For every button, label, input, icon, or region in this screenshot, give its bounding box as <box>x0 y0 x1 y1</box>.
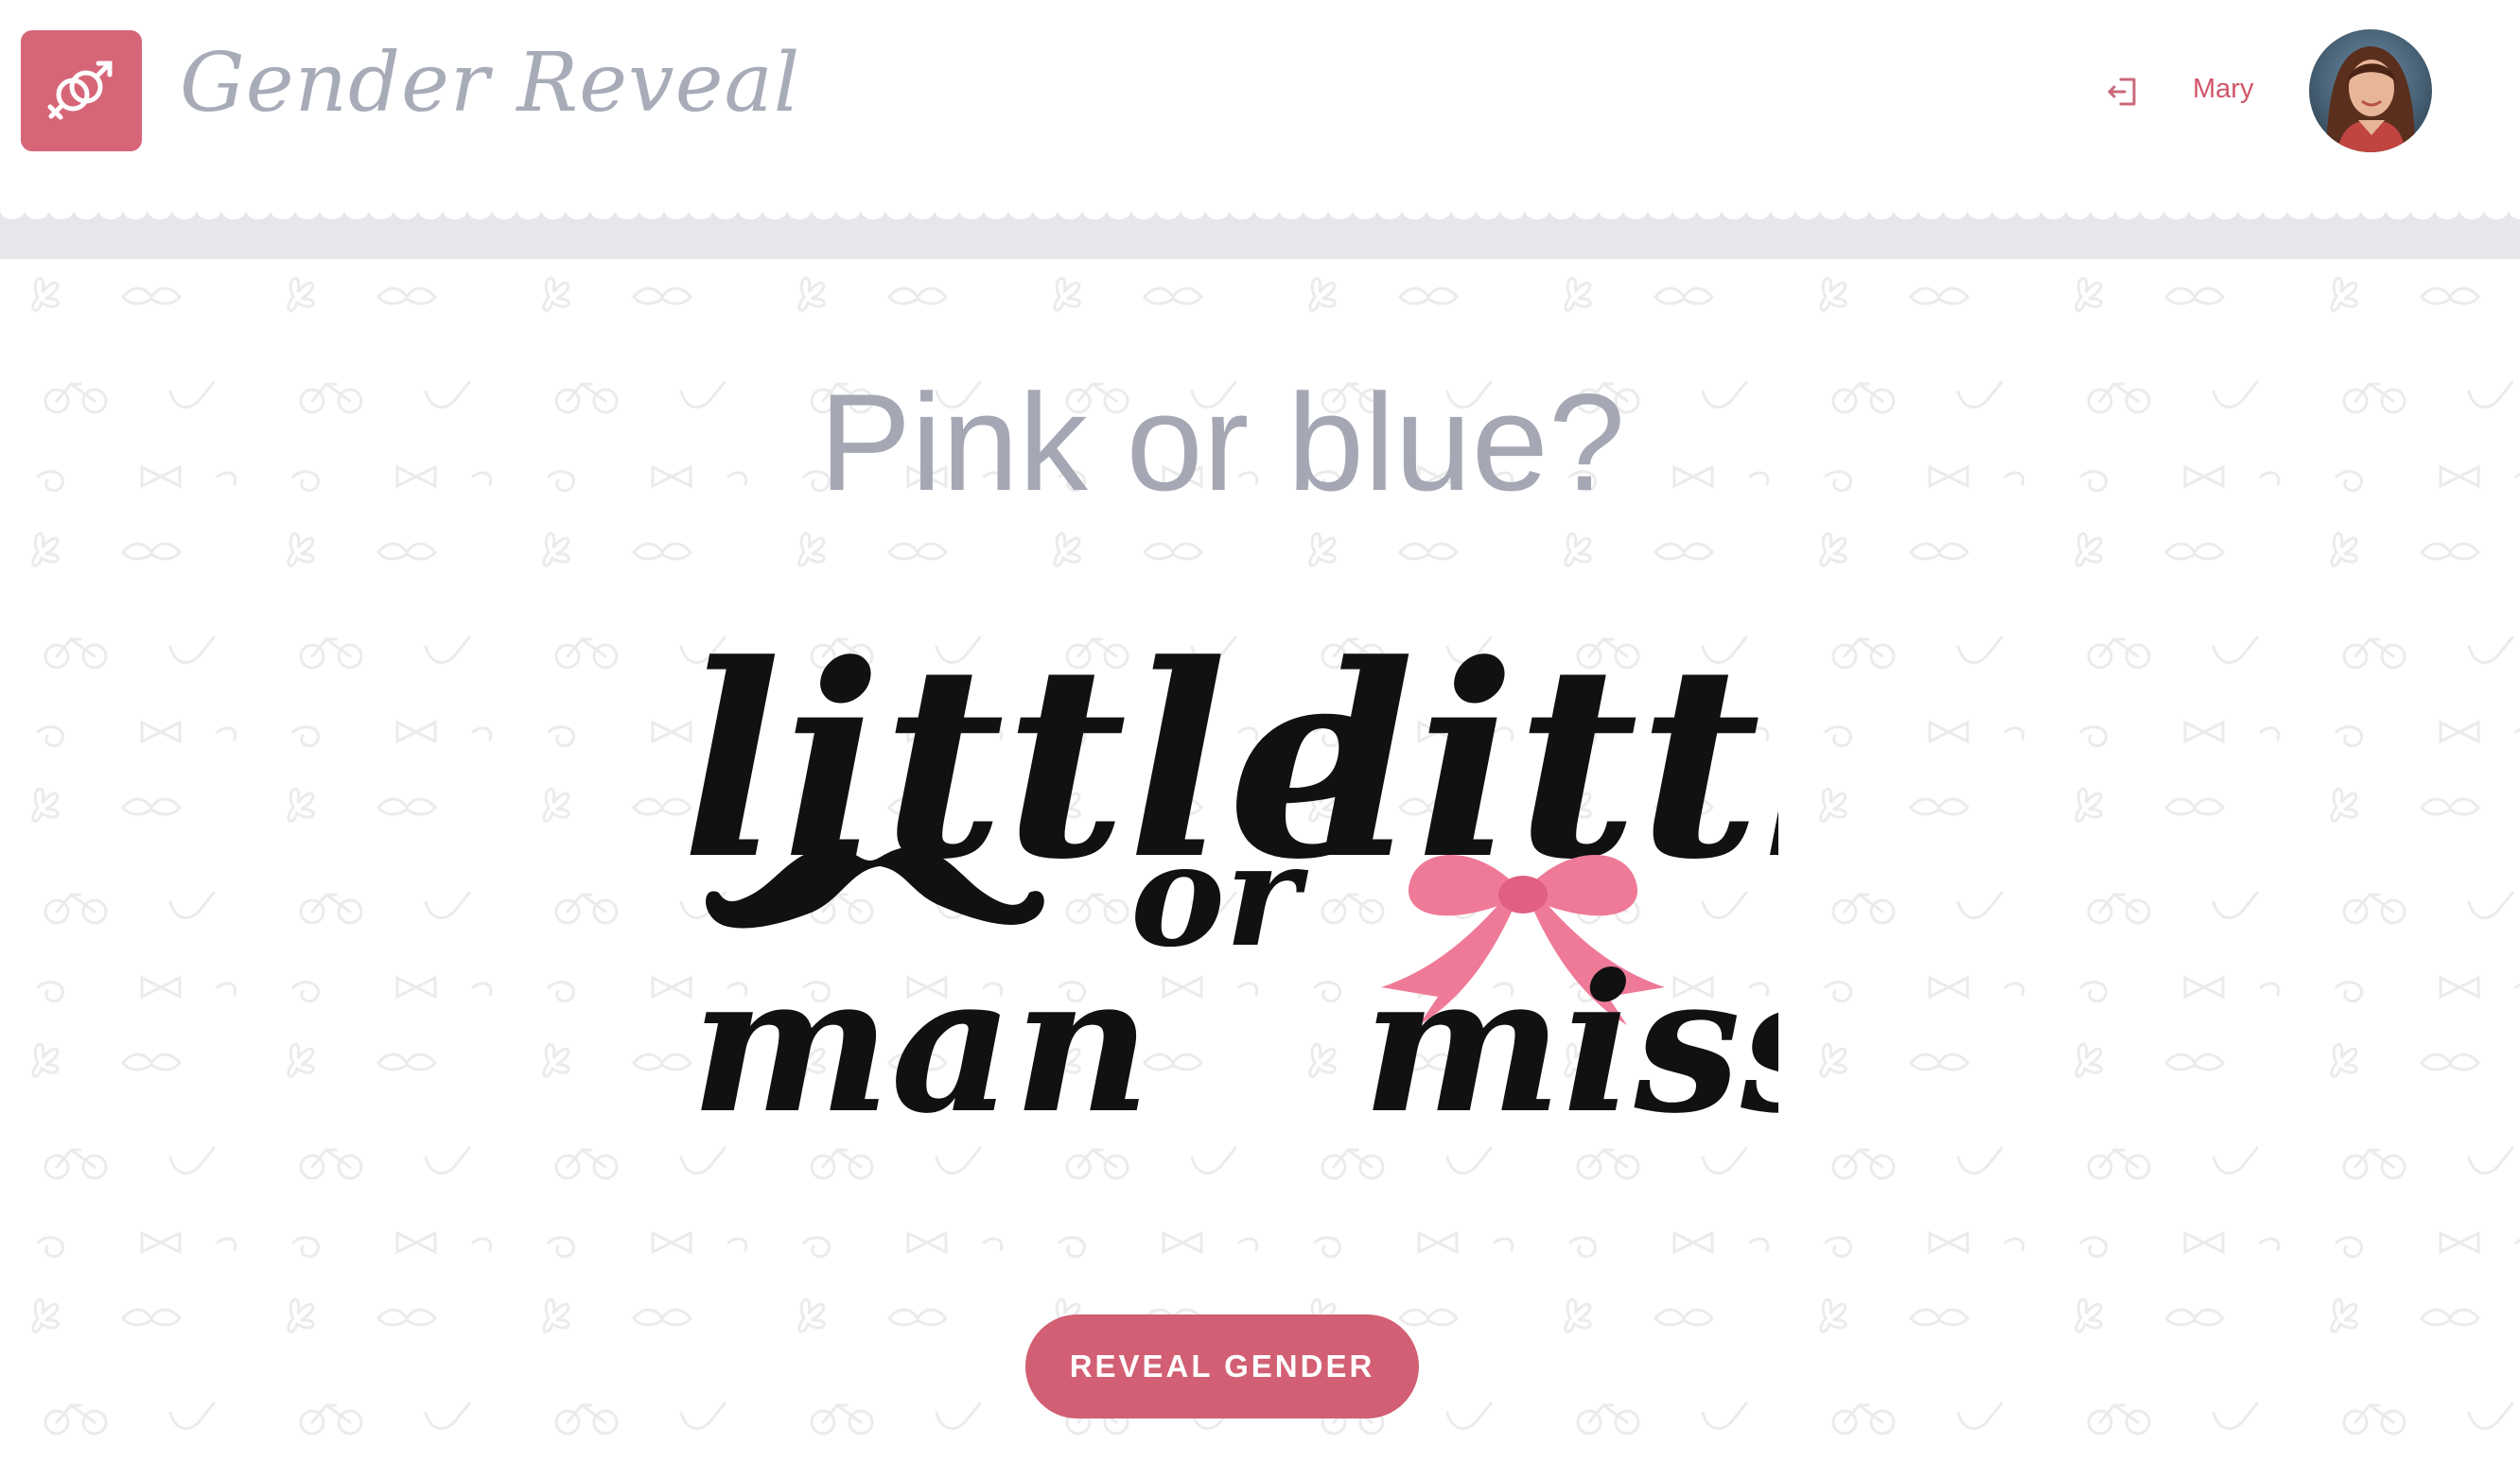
art-left-bottom-text: man <box>691 933 1151 1156</box>
art-right-bottom-text: miss <box>1362 933 1778 1156</box>
main-content: Pink or blue? little man or little <box>0 259 2520 1462</box>
gender-symbols-icon <box>47 61 113 120</box>
user-avatar[interactable] <box>2309 29 2432 152</box>
page: Gender Reveal Mary Pink or blue? little … <box>0 0 2520 1462</box>
app-header: Gender Reveal Mary <box>0 0 2520 203</box>
reveal-gender-button[interactable]: REVEAL GENDER <box>1025 1314 1419 1418</box>
header-scallop-divider <box>0 202 2520 259</box>
page-headline: Pink or blue? <box>818 365 1626 519</box>
little-man-or-little-miss-artwork: little man or little miss <box>681 607 1778 1156</box>
art-middle-text: or <box>1130 812 1309 979</box>
user-name[interactable]: Mary <box>2193 74 2253 105</box>
avatar-photo-icon <box>2309 29 2432 152</box>
app-title: Gender Reveal <box>180 36 801 131</box>
logout-icon[interactable] <box>2106 74 2142 110</box>
app-logo[interactable] <box>21 30 142 151</box>
